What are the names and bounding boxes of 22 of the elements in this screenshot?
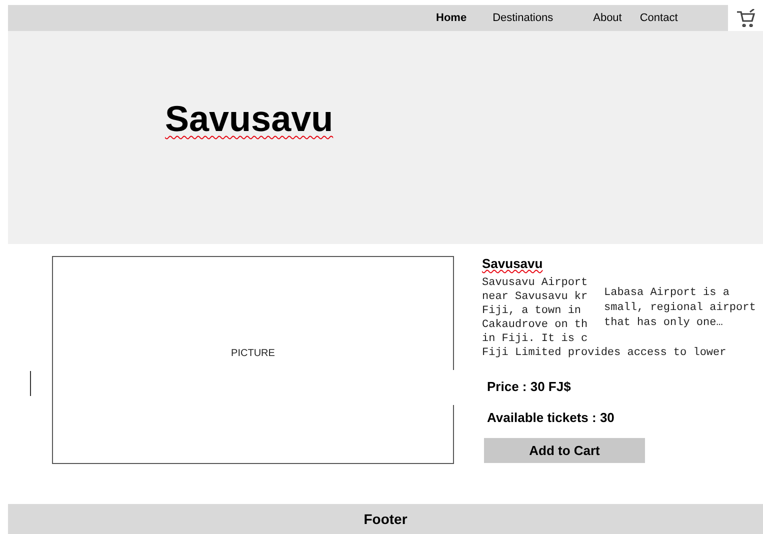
tooltip-line: small, regional airport — [604, 301, 756, 316]
text-cursor — [30, 371, 31, 396]
add-to-cart-button[interactable]: Add to Cart — [484, 438, 645, 463]
placeholder-label: PICTURE — [231, 346, 275, 360]
footer-label: Footer — [364, 510, 408, 528]
description-line: Cakaudrove on th — [482, 318, 588, 332]
nav-link[interactable]: Contact — [640, 10, 678, 26]
hero-title: Savusavu — [165, 97, 334, 141]
cart-icon[interactable] — [736, 9, 756, 27]
nav-link[interactable]: Destinations — [492, 10, 554, 26]
nav-link[interactable]: Home — [436, 10, 467, 26]
tooltip-line: that has only one… — [604, 316, 723, 331]
description-line: Savusavu Airport — [482, 276, 588, 290]
tickets-text: Available tickets : 30 — [487, 408, 616, 426]
price-text: Price : 30 FJ$ — [487, 378, 572, 396]
destination-heading: Savusavu — [482, 256, 544, 272]
description-line: Fiji, a town in — [482, 304, 582, 318]
description-line: near Savusavu kr — [482, 290, 588, 304]
description-line: in Fiji. It is c — [482, 332, 588, 346]
tooltip-line: Labasa Airport is a — [604, 286, 730, 301]
nav-link[interactable]: About — [593, 10, 622, 26]
description-line: Fiji Limited provides access to lower — [482, 346, 726, 360]
